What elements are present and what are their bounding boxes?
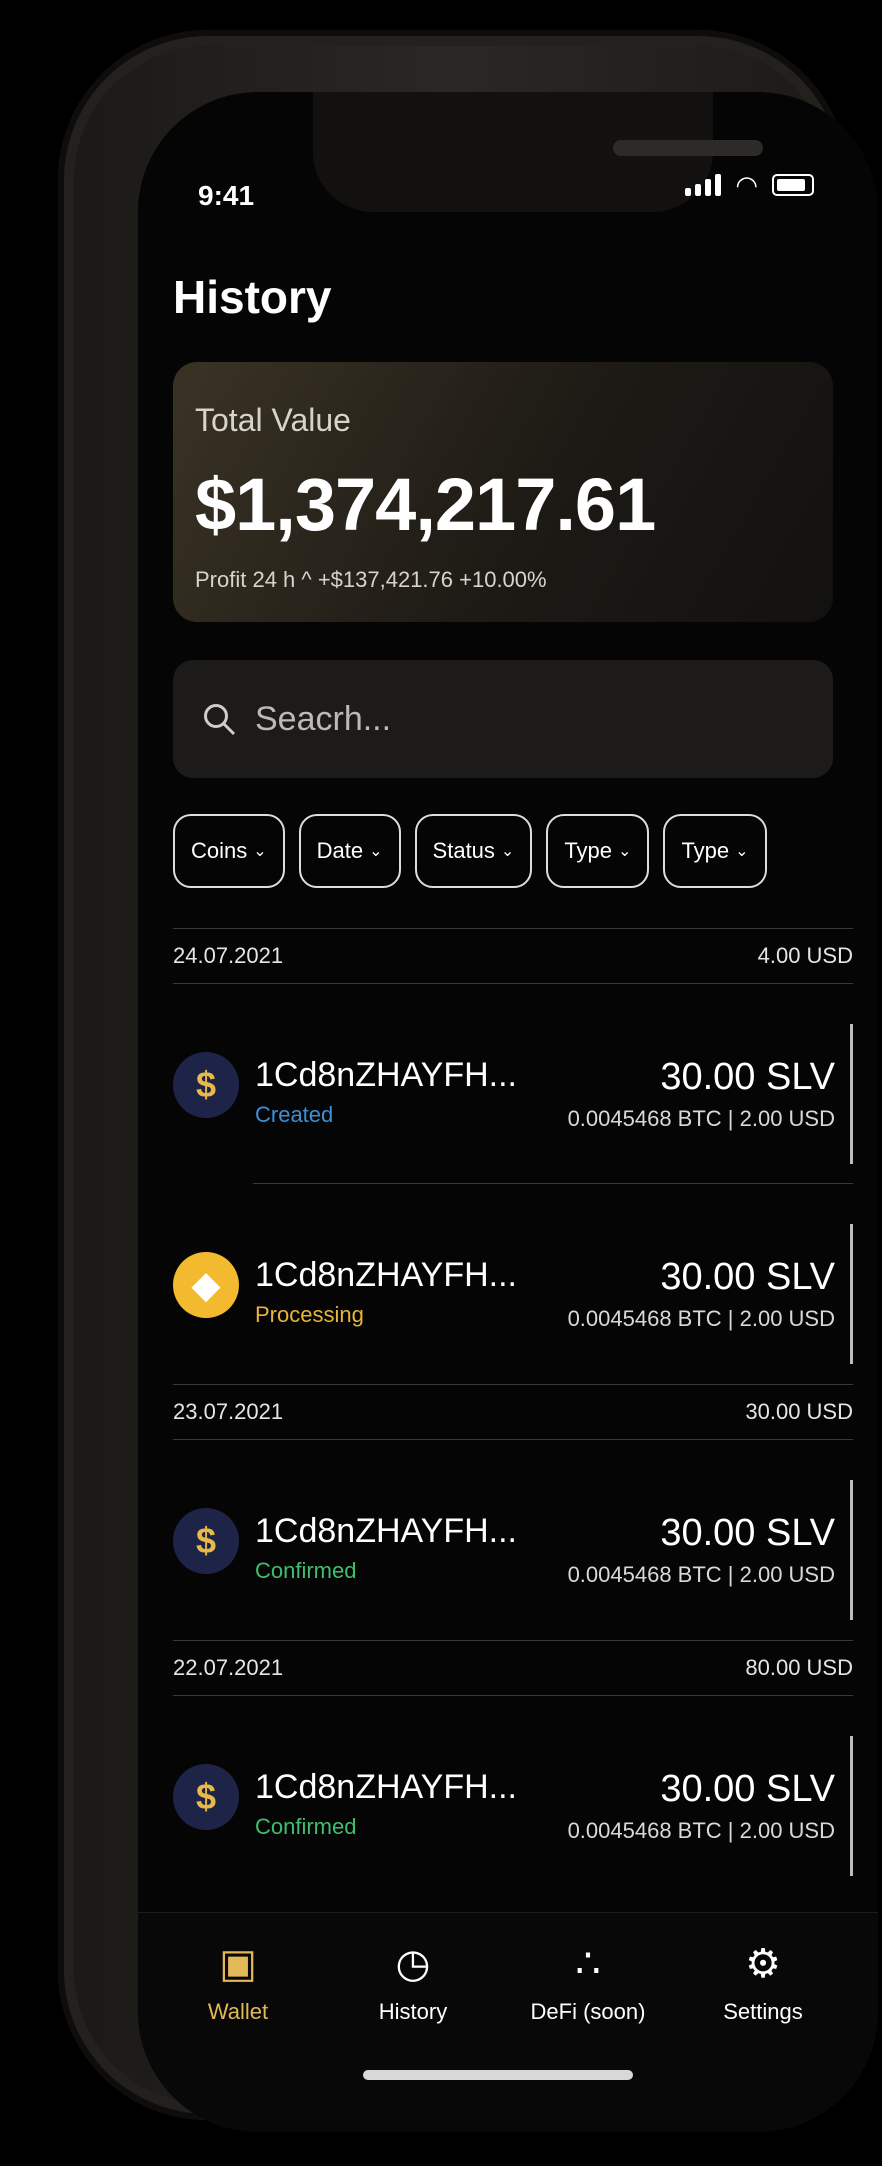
row-divider xyxy=(850,1480,853,1620)
tx-sub-amount: 0.0045468 BTC | 2.00 USD xyxy=(567,1306,835,1331)
date-header: 23.07.2021 30.00 USD xyxy=(173,1384,853,1440)
filter-label: Status xyxy=(432,838,495,863)
tx-sub-amount: 0.0045468 BTC | 2.00 USD xyxy=(567,1562,835,1587)
bnb-coin-icon: ◆ xyxy=(173,1252,239,1318)
tab-label: Wallet xyxy=(207,1999,269,2024)
tab-defi[interactable]: ∴ DeFi (soon) xyxy=(508,1941,668,2025)
filter-date[interactable]: Date ⌄ xyxy=(298,814,401,888)
tab-wallet[interactable]: ▣ Wallet xyxy=(158,1941,318,2025)
filter-label: Type xyxy=(681,838,730,863)
transaction-row[interactable]: $ 1Cd8nZHAYFH... Confirmed 30.00 SLV 0.0… xyxy=(173,1696,853,1896)
tx-status: Created xyxy=(255,1102,334,1127)
profit-24h: Profit 24 h ^ +$137,421.76 +10.00% xyxy=(195,567,547,592)
filter-type[interactable]: Type ⌄ xyxy=(546,814,650,888)
filter-label: Date xyxy=(316,838,364,863)
row-divider xyxy=(850,1024,853,1164)
total-value-label: Total Value xyxy=(195,402,351,438)
search-input[interactable]: Seacrh... xyxy=(173,660,833,778)
tx-amount: 30.00 SLV xyxy=(660,1056,835,1098)
settings-icon: ⚙ xyxy=(745,1942,781,1986)
battery-icon xyxy=(772,174,814,196)
tab-settings[interactable]: ⚙ Settings xyxy=(683,1941,843,2025)
tx-status: Confirmed xyxy=(255,1558,357,1583)
chevron-down-icon: ⌄ xyxy=(369,843,383,860)
transaction-row[interactable]: $ 1Cd8nZHAYFH... Confirmed 30.00 SLV 0.0… xyxy=(173,1440,853,1640)
date-label: 23.07.2021 xyxy=(173,1399,284,1424)
wallet-icon: ▣ xyxy=(219,1942,257,1986)
notch xyxy=(313,92,763,212)
speaker xyxy=(613,140,763,156)
date-total: 30.00 USD xyxy=(745,1399,853,1424)
date-label: 22.07.2021 xyxy=(173,1655,284,1680)
tx-status: Confirmed xyxy=(255,1814,357,1839)
page-title: History xyxy=(173,271,332,323)
tx-status: Processing xyxy=(255,1302,364,1327)
date-header: 24.07.2021 4.00 USD xyxy=(173,928,853,984)
row-divider xyxy=(850,1736,853,1876)
total-value-card: Total Value $1,374,217.61 Profit 24 h ^ … xyxy=(173,362,833,622)
slv-coin-icon: $ xyxy=(173,1764,239,1830)
search-placeholder: Seacrh... xyxy=(255,699,392,738)
wifi-icon: ◠ xyxy=(735,170,758,200)
chevron-down-icon: ⌄ xyxy=(735,843,749,860)
tab-label: DeFi (soon) xyxy=(530,1999,646,2024)
history-list: 24.07.2021 4.00 USD $ 1Cd8nZHAYFH... Cre… xyxy=(173,928,853,1896)
chevron-down-icon: ⌄ xyxy=(618,843,632,860)
tab-label: History xyxy=(378,1999,448,2024)
home-indicator xyxy=(363,2070,633,2080)
status-time: 9:41 xyxy=(198,180,255,211)
date-total: 80.00 USD xyxy=(745,1655,853,1680)
slv-coin-icon: $ xyxy=(173,1508,239,1574)
filter-chips: Coins ⌄ Date ⌄ Status ⌄ Type ⌄ Type ⌄ xyxy=(173,814,767,888)
date-header: 22.07.2021 80.00 USD xyxy=(173,1640,853,1696)
search-icon xyxy=(204,704,236,736)
tx-amount: 30.00 SLV xyxy=(660,1768,835,1810)
row-divider xyxy=(850,1224,853,1364)
tx-address: 1Cd8nZHAYFH... xyxy=(255,1056,518,1094)
filter-label: Coins xyxy=(191,838,248,863)
app-screen: 9:41 ◠ History Total Value $1,374,217.61… xyxy=(138,92,878,2132)
tx-address: 1Cd8nZHAYFH... xyxy=(255,1256,518,1294)
tx-amount: 30.00 SLV xyxy=(660,1512,835,1554)
filter-status[interactable]: Status ⌄ xyxy=(414,814,533,888)
tab-bar: ▣ Wallet ◷ History ∴ DeFi (soon) ⚙ Setti… xyxy=(138,1912,878,2132)
transaction-row[interactable]: ◆ 1Cd8nZHAYFH... Processing 30.00 SLV 0.… xyxy=(173,1184,853,1384)
total-value-amount: $1,374,217.61 xyxy=(195,463,656,546)
history-icon: ◷ xyxy=(395,1942,431,1986)
filter-coins[interactable]: Coins ⌄ xyxy=(173,814,285,888)
tx-address: 1Cd8nZHAYFH... xyxy=(255,1768,518,1806)
date-total: 4.00 USD xyxy=(757,943,853,968)
phone-frame: 9:41 ◠ History Total Value $1,374,217.61… xyxy=(58,30,878,2132)
tx-sub-amount: 0.0045468 BTC | 2.00 USD xyxy=(567,1106,835,1131)
filter-type-2[interactable]: Type ⌄ xyxy=(663,814,767,888)
tx-amount: 30.00 SLV xyxy=(660,1256,835,1298)
tx-sub-amount: 0.0045468 BTC | 2.00 USD xyxy=(567,1818,835,1843)
chevron-down-icon: ⌄ xyxy=(500,843,515,860)
filter-label: Type xyxy=(564,838,613,863)
chevron-down-icon: ⌄ xyxy=(253,843,267,860)
status-icons: ◠ xyxy=(685,170,814,200)
tab-history[interactable]: ◷ History xyxy=(333,1941,493,2025)
tx-address: 1Cd8nZHAYFH... xyxy=(255,1512,518,1550)
transaction-row[interactable]: $ 1Cd8nZHAYFH... Created 30.00 SLV 0.004… xyxy=(173,984,853,1184)
signal-icon xyxy=(685,174,722,196)
defi-icon: ∴ xyxy=(575,1942,601,1986)
date-label: 24.07.2021 xyxy=(173,943,284,968)
tab-label: Settings xyxy=(723,1999,803,2024)
slv-coin-icon: $ xyxy=(173,1052,239,1118)
